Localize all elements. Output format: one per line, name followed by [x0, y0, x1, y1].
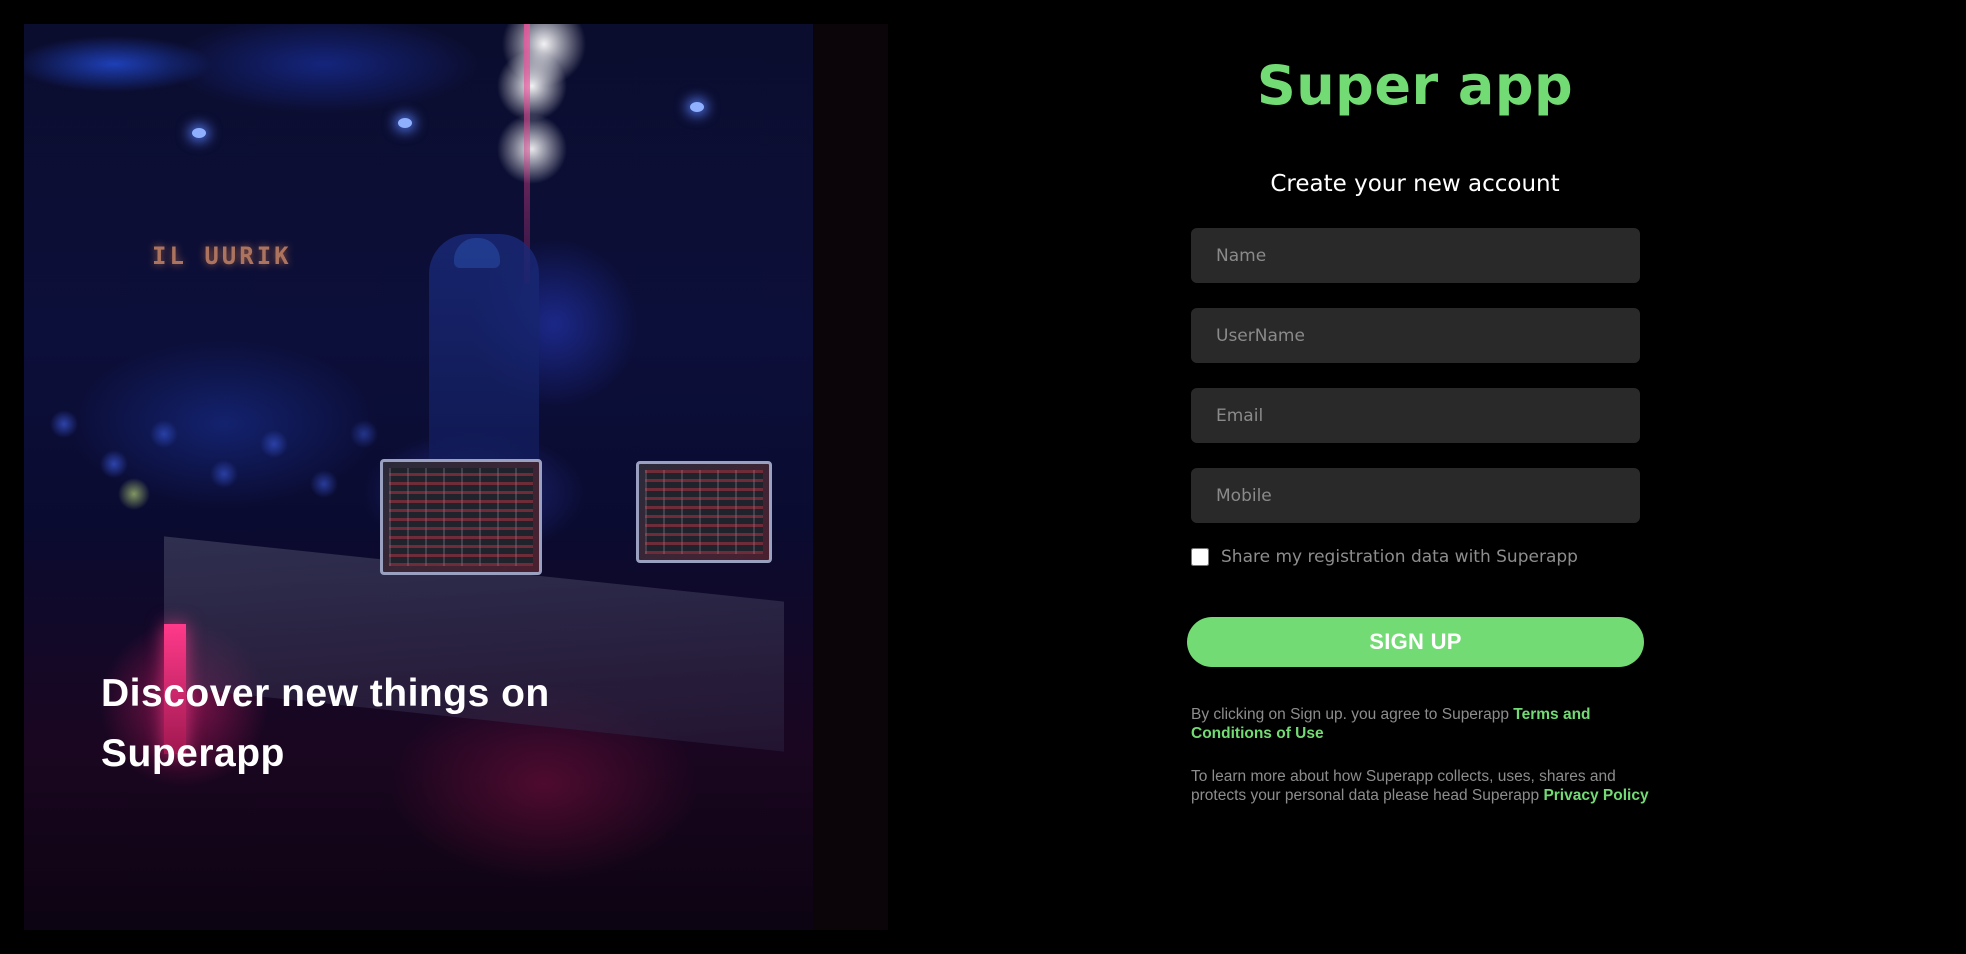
hero-title: Discover new things on Superapp [101, 672, 550, 775]
username-field[interactable] [1191, 308, 1640, 363]
share-data-label[interactable]: Share my registration data with Superapp [1221, 547, 1578, 567]
concert-photo: IL UURIK [24, 24, 813, 930]
hero-panel: IL UURIK Discover new things on Superapp [24, 24, 888, 930]
venue-sign: IL UURIK [152, 242, 292, 270]
signup-page: IL UURIK Discover new things on Superapp… [0, 0, 1966, 954]
laptop [380, 459, 542, 575]
name-field[interactable] [1191, 228, 1640, 283]
signup-button[interactable]: SIGN UP [1187, 617, 1644, 667]
share-data-consent: Share my registration data with Superapp [1191, 547, 1578, 567]
brand-logo: Super app [1256, 54, 1574, 117]
mobile-field[interactable] [1191, 468, 1640, 523]
terms-notice: By clicking on Sign up. you agree to Sup… [1191, 705, 1661, 743]
dj-figure [429, 234, 539, 494]
email-field[interactable] [1191, 388, 1640, 443]
privacy-notice: To learn more about how Superapp collect… [1191, 767, 1661, 805]
hero-edge [813, 24, 888, 930]
crowd [24, 344, 424, 544]
form-subtitle: Create your new account [1270, 171, 1560, 197]
laptop [636, 461, 772, 563]
terms-text: By clicking on Sign up. you agree to Sup… [1191, 706, 1514, 723]
privacy-link[interactable]: Privacy Policy [1543, 787, 1648, 804]
share-data-checkbox[interactable] [1191, 548, 1209, 566]
